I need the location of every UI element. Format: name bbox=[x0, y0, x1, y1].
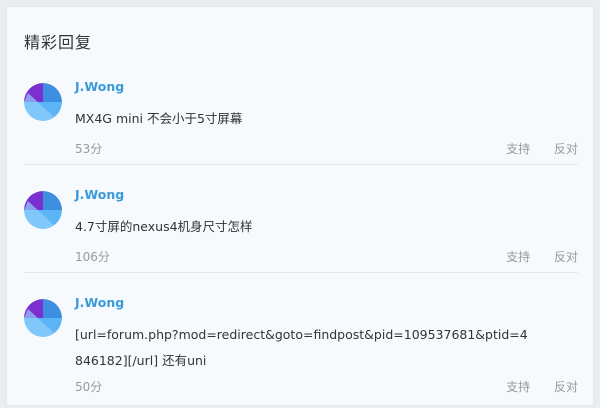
reply-content: MX4G mini 不会小于5寸屏幕 bbox=[75, 111, 243, 126]
reply-item: J.Wong [url=forum.php?mod=redirect&goto=… bbox=[24, 295, 578, 400]
reply-content: 4.7寸屏的nexus4机身尺寸怎样 bbox=[75, 219, 253, 234]
avatar-icon[interactable] bbox=[24, 299, 62, 337]
reply-item: J.Wong MX4G mini 不会小于5寸屏幕 53分 支持 反对 bbox=[24, 79, 578, 164]
oppose-button[interactable]: 反对 bbox=[554, 380, 578, 394]
replies-panel: 精彩回复 J.Wong MX4G mini 不会小于5寸屏幕 53分 支持 反对 bbox=[6, 6, 594, 406]
reply-actions: 支持 反对 bbox=[486, 248, 578, 265]
reply-content: [url=forum.php?mod=redirect&goto=findpos… bbox=[75, 327, 528, 368]
reply-score: 106分 bbox=[75, 250, 110, 264]
reply-score: 53分 bbox=[75, 142, 103, 156]
support-button[interactable]: 支持 bbox=[506, 142, 530, 156]
author-name[interactable]: J.Wong bbox=[75, 295, 124, 310]
avatar-icon[interactable] bbox=[24, 83, 62, 121]
divider bbox=[24, 164, 578, 165]
oppose-button[interactable]: 反对 bbox=[554, 250, 578, 264]
reply-actions: 支持 反对 bbox=[486, 140, 578, 157]
author-name[interactable]: J.Wong bbox=[75, 79, 124, 94]
author-name[interactable]: J.Wong bbox=[75, 187, 124, 202]
reply-actions: 支持 反对 bbox=[486, 378, 578, 395]
oppose-button[interactable]: 反对 bbox=[554, 142, 578, 156]
support-button[interactable]: 支持 bbox=[506, 380, 530, 394]
support-button[interactable]: 支持 bbox=[506, 250, 530, 264]
section-title: 精彩回复 bbox=[24, 33, 93, 52]
reply-item: J.Wong 4.7寸屏的nexus4机身尺寸怎样 106分 支持 反对 bbox=[24, 187, 578, 272]
reply-score: 50分 bbox=[75, 380, 103, 394]
divider bbox=[24, 272, 578, 273]
avatar-icon[interactable] bbox=[24, 191, 62, 229]
